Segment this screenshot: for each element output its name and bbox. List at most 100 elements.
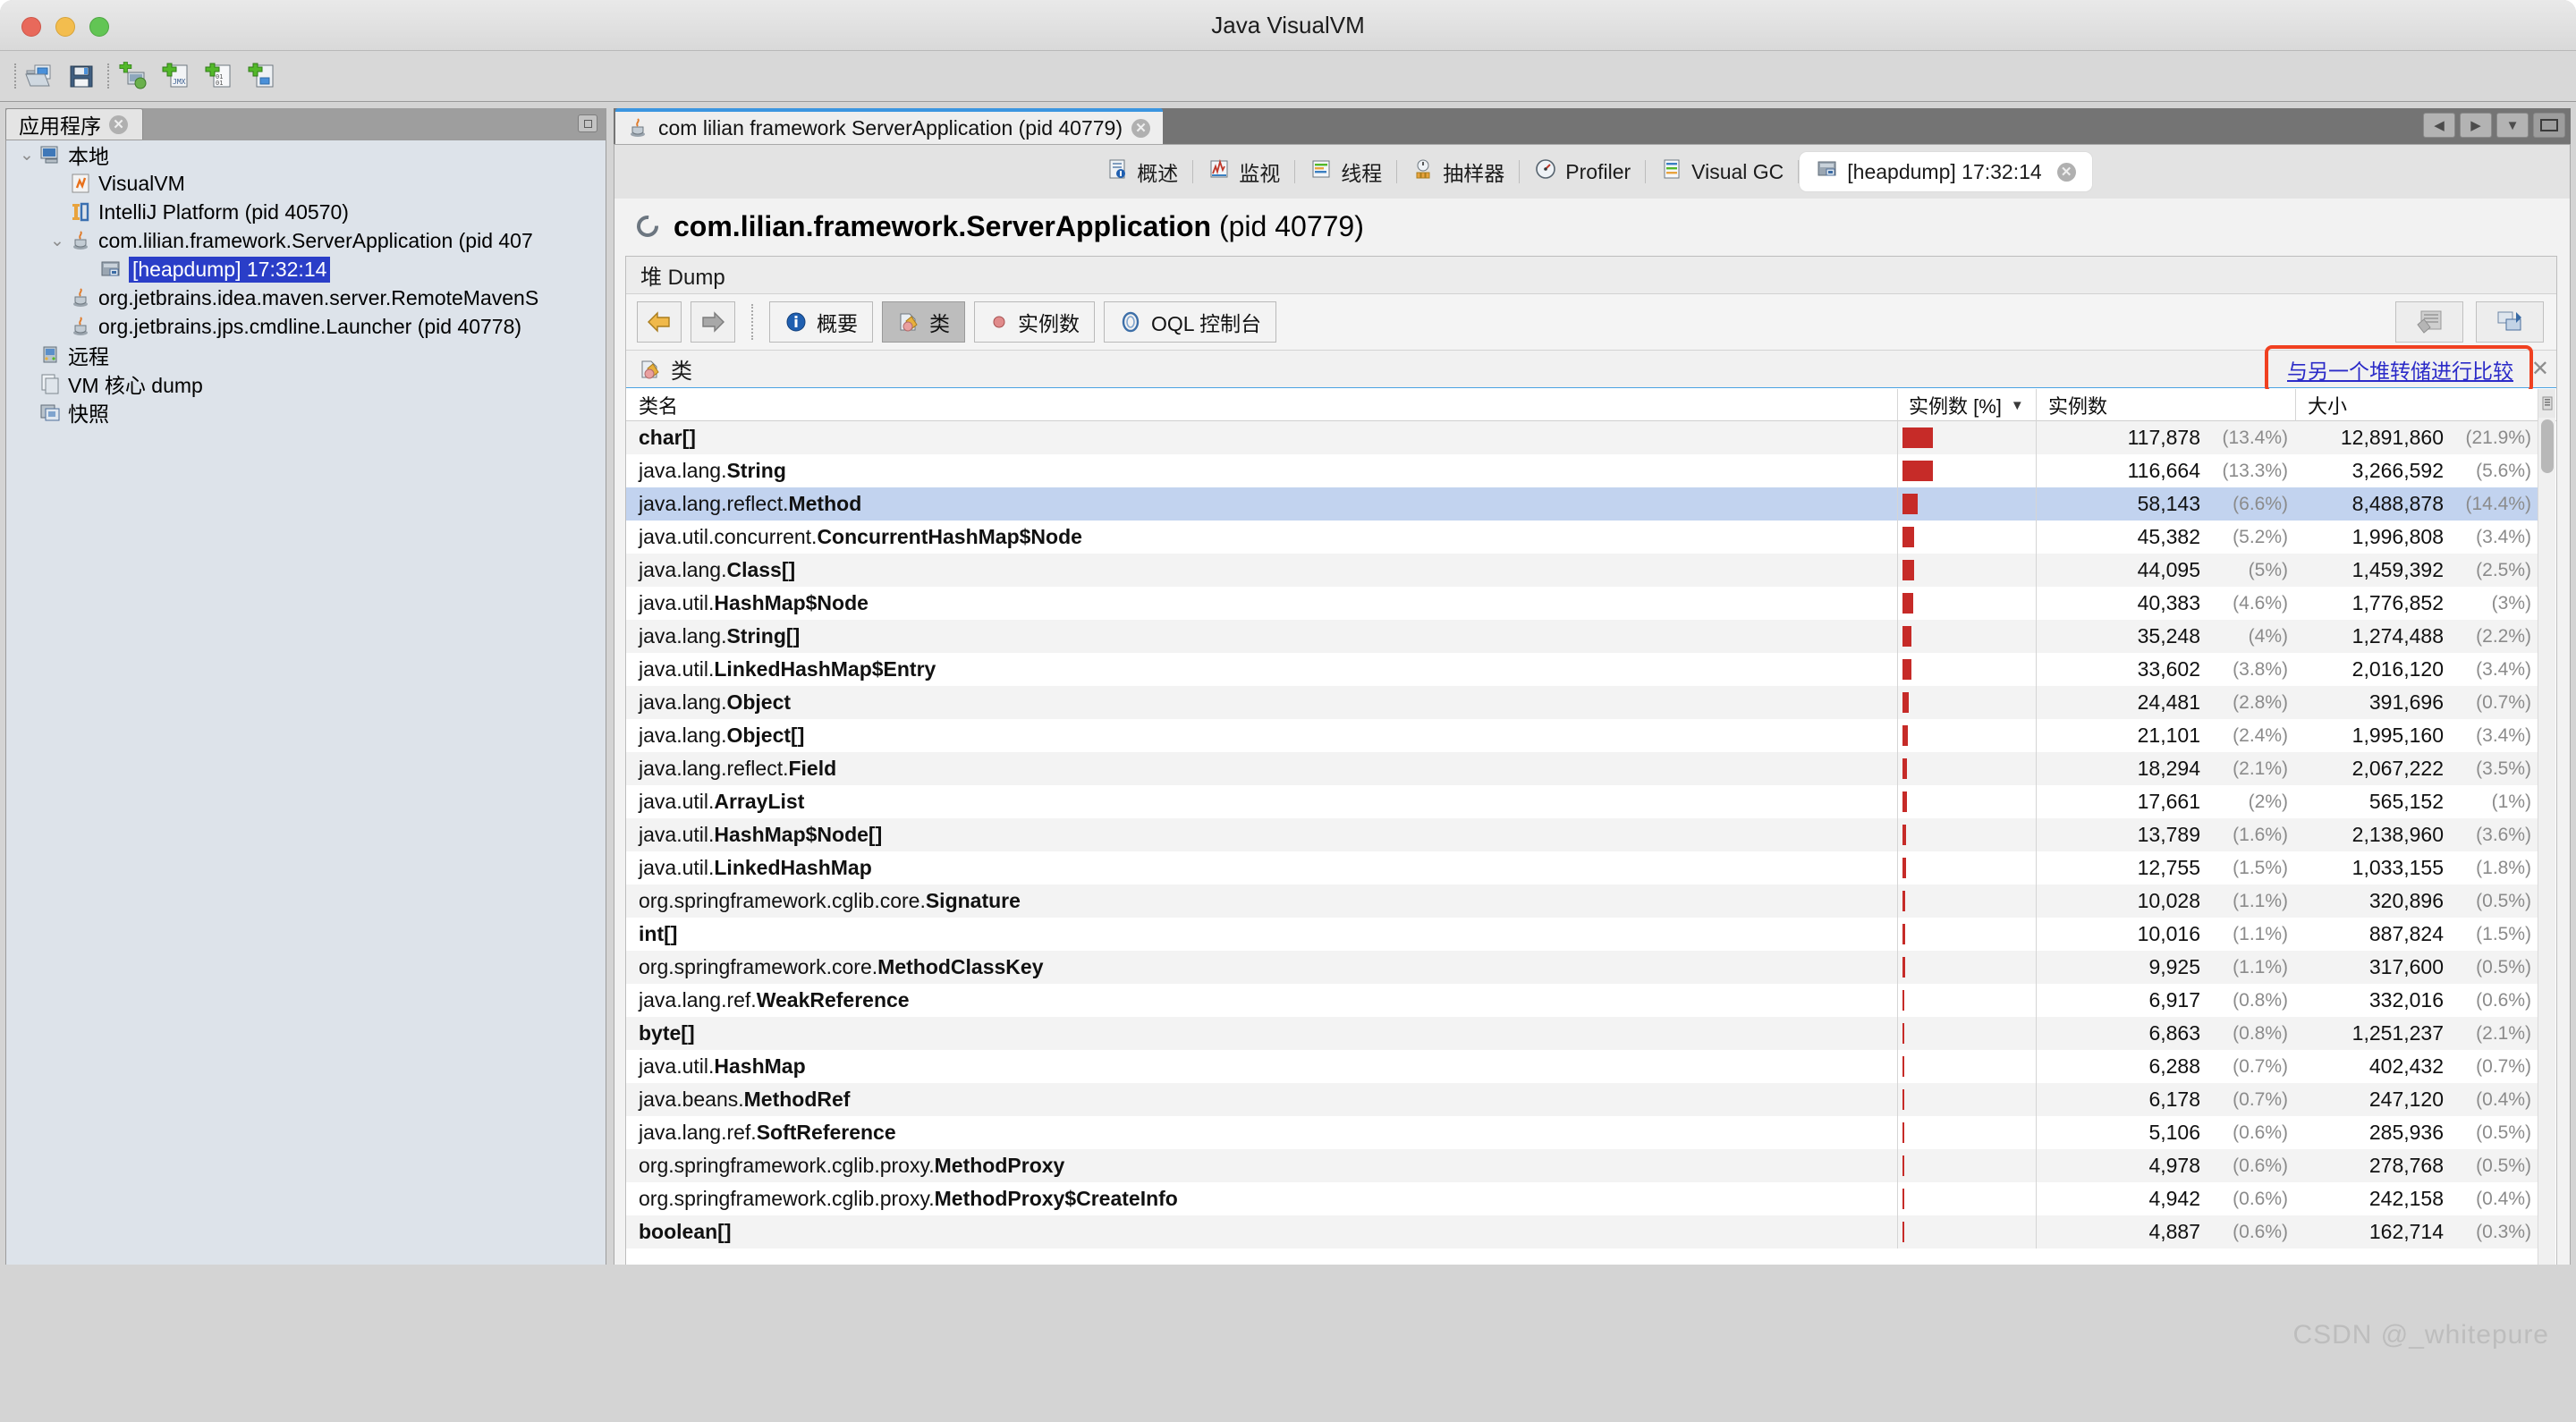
- cell-divider: [2036, 1017, 2037, 1050]
- subtab--[interactable]: 监视: [1193, 152, 1294, 191]
- table-row[interactable]: org.springframework.cglib.proxy. MethodPr…: [626, 1182, 2540, 1215]
- column-header-instances-pct[interactable]: 实例数 [%] ▼: [1909, 389, 2024, 421]
- cell-instances-pct-bar: [1897, 785, 2036, 818]
- subtab-label: 抽样器: [1443, 162, 1505, 185]
- table-row[interactable]: boolean[] 4,887 (0.6%) 162,714 (0.3%): [626, 1215, 2540, 1248]
- size-percent: (5.6%): [2476, 460, 2531, 481]
- table-row[interactable]: java.lang.ref. WeakReference 6,917 (0.8%) 33…: [626, 984, 2540, 1017]
- cell-instances-pct-bar: [1897, 587, 2036, 620]
- heap-view-icon[interactable]: [2395, 301, 2463, 343]
- subtab-profiler[interactable]: Profiler: [1520, 152, 1645, 191]
- column-chooser-icon[interactable]: [2538, 389, 2555, 418]
- scroll-tabs-right-button[interactable]: ▶: [2460, 113, 2492, 138]
- tool-button-classes[interactable]: 类: [882, 301, 965, 343]
- table-row[interactable]: java.lang. Object 24,481 (2.8%) 391,696 (0.7%…: [626, 686, 2540, 719]
- compare-with-another-heapdump-link[interactable]: 与另一个堆转储进行比较: [2287, 354, 2513, 385]
- close-icon[interactable]: ✕: [1131, 118, 1151, 138]
- tree-item[interactable]: VisualVM: [6, 169, 606, 198]
- tree-item[interactable]: org.jetbrains.idea.maven.server.RemoteMa…: [6, 284, 606, 312]
- cell-divider: [2036, 785, 2037, 818]
- overview-icon: [1106, 157, 1129, 186]
- cell-divider: [2036, 984, 2037, 1017]
- class-simple-name: boolean[]: [639, 1220, 732, 1243]
- tree-item[interactable]: org.jetbrains.jps.cmdline.Launcher (pid …: [6, 312, 606, 341]
- column-divider[interactable]: [2036, 389, 2037, 421]
- tree-item[interactable]: 远程: [6, 341, 606, 369]
- subtab--[interactable]: 线程: [1295, 152, 1396, 191]
- column-divider[interactable]: [2295, 389, 2296, 421]
- table-row[interactable]: java.lang.reflect. Method 58,143 (6.6%) 8,48…: [626, 487, 2540, 521]
- class-simple-name: int[]: [639, 922, 678, 945]
- table-row[interactable]: java.util. LinkedHashMap 12,755 (1.5%) 1,033…: [626, 851, 2540, 885]
- open-folder-icon[interactable]: [21, 59, 55, 93]
- size-value: 1,033,155: [2351, 856, 2444, 879]
- tree-item[interactable]: 快照: [6, 398, 606, 427]
- table-row[interactable]: java.util. HashMap$Node[] 13,789 (1.6%) 2,13…: [626, 818, 2540, 851]
- percentage-bar: [1902, 1023, 1905, 1044]
- applications-tree[interactable]: ⌄ 本地 VisualVM IntelliJ Platform (pid 40570)…: [5, 140, 606, 1329]
- tree-item[interactable]: ⌄ 本地: [6, 140, 606, 169]
- size-value: 2,067,222: [2351, 757, 2444, 780]
- page-title-name: com.lilian.framework.ServerApplication: [674, 209, 1212, 242]
- table-row[interactable]: java.lang.ref. SoftReference 5,106 (0.6%) 28…: [626, 1116, 2540, 1149]
- subtab--[interactable]: 概述: [1091, 152, 1192, 191]
- chevron-down-icon[interactable]: ⌄: [46, 233, 69, 250]
- table-row[interactable]: java.util. HashMap$Node 40,383 (4.6%) 1,776,…: [626, 587, 2540, 620]
- tree-item[interactable]: ⌄ com.lilian.framework.ServerApplication …: [6, 226, 606, 255]
- scroll-tabs-left-button[interactable]: ◀: [2423, 113, 2455, 138]
- subtab--[interactable]: 抽样器: [1397, 152, 1519, 191]
- table-row[interactable]: java.util. LinkedHashMap$Entry 33,602 (3.8%…: [626, 653, 2540, 686]
- percentage-bar: [1902, 1089, 1904, 1110]
- add-remote-icon[interactable]: [245, 59, 279, 93]
- chevron-down-icon[interactable]: ⌄: [15, 147, 38, 164]
- table-row[interactable]: java.lang. String[] 35,248 (4%) 1,274,488 (2.…: [626, 620, 2540, 653]
- subtab--heapdump-17-32-14[interactable]: [heapdump] 17:32:14 ✕: [1799, 151, 2093, 192]
- table-row[interactable]: org.springframework.cglib.core. Signature…: [626, 885, 2540, 918]
- table-vertical-scrollbar[interactable]: [2538, 389, 2555, 1320]
- close-icon[interactable]: ✕: [2531, 359, 2549, 380]
- minimize-panel-button[interactable]: [578, 114, 597, 132]
- scrollbar-thumb[interactable]: [2541, 419, 2554, 473]
- table-row[interactable]: java.util.concurrent. ConcurrentHashMap$N…: [626, 521, 2540, 554]
- add-host-icon[interactable]: [116, 59, 150, 93]
- forward-arrow-icon[interactable]: [691, 301, 735, 343]
- table-row[interactable]: java.lang. Class[] 44,095 (5%) 1,459,392 (2.5…: [626, 554, 2540, 587]
- add-coredump-icon[interactable]: 01 01: [202, 59, 236, 93]
- table-row[interactable]: org.springframework.core. MethodClassKey 9…: [626, 951, 2540, 984]
- column-divider[interactable]: [1897, 389, 1898, 421]
- tree-item[interactable]: [heapdump] 17:32:14: [6, 255, 606, 284]
- tab-list-dropdown-button[interactable]: ▼: [2496, 113, 2529, 138]
- tool-button-oql-console[interactable]: OQL 控制台: [1104, 301, 1277, 343]
- close-icon[interactable]: ✕: [2056, 162, 2076, 182]
- table-row[interactable]: java.util. ArrayList 17,661 (2%) 565,152 (1%): [626, 785, 2540, 818]
- table-row[interactable]: char[] 117,878 (13.4%) 12,891,860 (21.9%): [626, 421, 2540, 454]
- tab-server-application[interactable]: com lilian framework ServerApplication (…: [615, 108, 1164, 144]
- detach-icon[interactable]: [2476, 301, 2544, 343]
- cell-instances-pct-bar: [1897, 752, 2036, 785]
- tree-item[interactable]: VM 核心 dump: [6, 369, 606, 398]
- close-icon[interactable]: ✕: [109, 114, 128, 134]
- column-header-class-name[interactable]: 类名: [639, 389, 678, 421]
- maximize-window-button[interactable]: [2533, 113, 2565, 138]
- table-row[interactable]: java.lang. Object[] 21,101 (2.4%) 1,995,160 (…: [626, 719, 2540, 752]
- table-row[interactable]: java.lang.reflect. Field 18,294 (2.1%) 2,067…: [626, 752, 2540, 785]
- classes-table-body[interactable]: char[] 117,878 (13.4%) 12,891,860 (21.9%) jav…: [626, 421, 2540, 1320]
- table-row[interactable]: int[] 10,016 (1.1%) 887,824 (1.5%): [626, 918, 2540, 951]
- floppy-disk-icon[interactable]: [64, 59, 98, 93]
- back-arrow-icon[interactable]: [637, 301, 682, 343]
- add-jmx-icon[interactable]: JMX: [159, 59, 193, 93]
- cell-instances-pct-bar: [1897, 951, 2036, 984]
- subtab-visual-gc[interactable]: Visual GC: [1646, 152, 1798, 191]
- table-row[interactable]: byte[] 6,863 (0.8%) 1,251,237 (2.1%): [626, 1017, 2540, 1050]
- table-row[interactable]: java.lang. String 116,664 (13.3%) 3,266,592 (…: [626, 454, 2540, 487]
- table-row[interactable]: org.springframework.cglib.proxy. MethodPr…: [626, 1149, 2540, 1182]
- instances-value: 17,661: [2137, 790, 2200, 813]
- table-row[interactable]: java.beans. MethodRef 6,178 (0.7%) 247,120 (0…: [626, 1083, 2540, 1116]
- column-header-instances[interactable]: 实例数: [2048, 389, 2107, 421]
- table-row[interactable]: java.util. HashMap 6,288 (0.7%) 402,432 (0.7%…: [626, 1050, 2540, 1083]
- tool-button-summary[interactable]: 概要: [769, 301, 873, 343]
- tree-item[interactable]: IntelliJ Platform (pid 40570): [6, 198, 606, 226]
- tab-applications[interactable]: 应用程序 ✕: [5, 108, 143, 140]
- tool-button-instances[interactable]: 实例数: [974, 301, 1095, 343]
- column-header-size[interactable]: 大小: [2308, 389, 2347, 421]
